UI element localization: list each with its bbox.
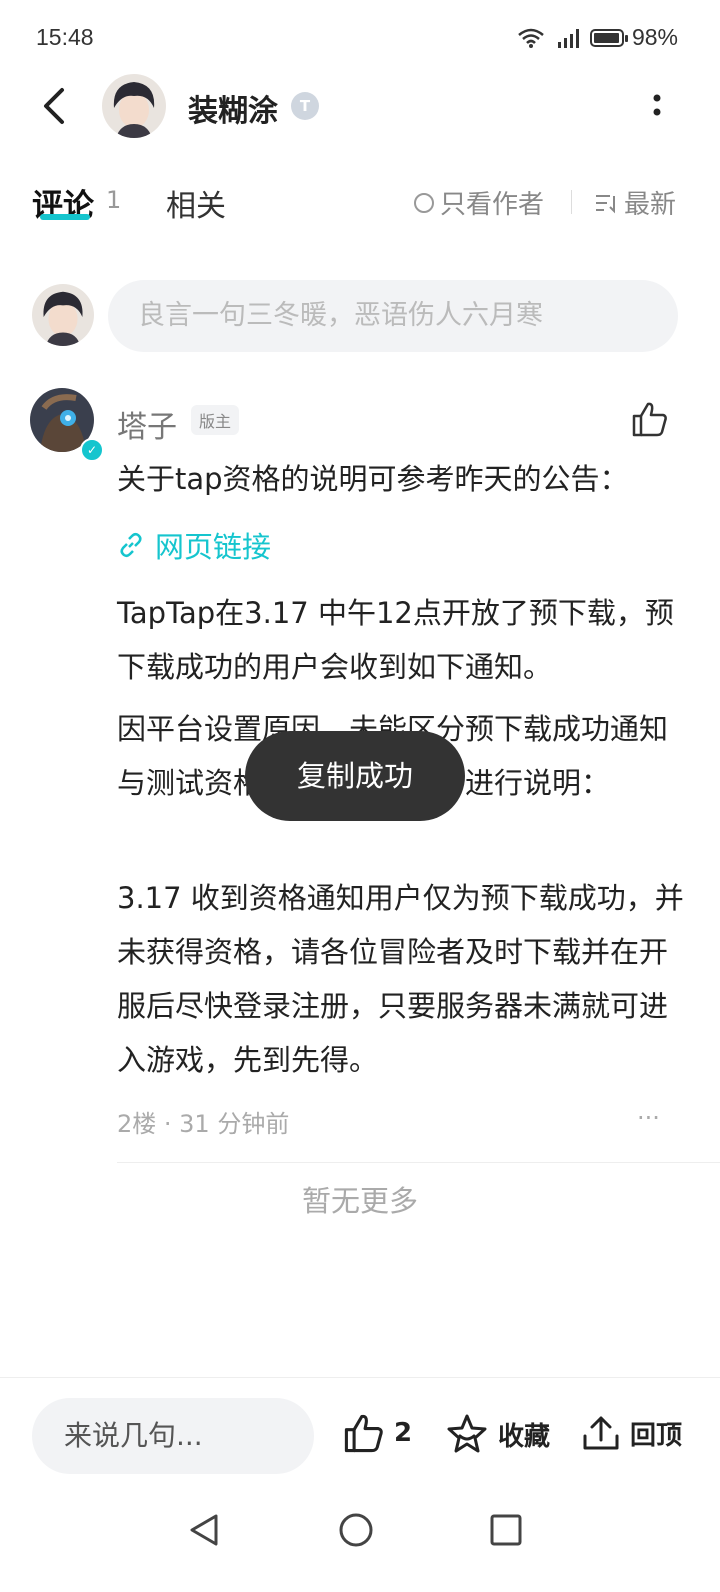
bottom-divider bbox=[0, 1377, 720, 1378]
tab-related[interactable]: 相关 bbox=[166, 181, 226, 225]
thumbs-up-icon[interactable] bbox=[630, 400, 670, 438]
header-avatar[interactable] bbox=[102, 74, 166, 138]
moderator-badge: 版主 bbox=[191, 405, 240, 435]
bottom-comment-input[interactable]: 来说几句... bbox=[32, 1398, 314, 1474]
like-button[interactable]: 2 bbox=[342, 1412, 412, 1454]
back-to-top-button[interactable]: 回顶 bbox=[580, 1412, 682, 1454]
favorite-label: 收藏 bbox=[498, 1421, 551, 1452]
radio-icon bbox=[414, 192, 434, 213]
toast: 复制成功 bbox=[245, 731, 465, 821]
web-link-label: 网页链接 bbox=[155, 530, 272, 564]
sort-label: 最新 bbox=[624, 190, 677, 220]
header-username: 装糊涂 bbox=[188, 94, 278, 129]
wifi-icon bbox=[518, 28, 544, 48]
nav-recents-icon[interactable] bbox=[486, 1510, 526, 1550]
link-icon bbox=[120, 532, 142, 558]
thumbs-up-icon bbox=[344, 1414, 383, 1453]
my-avatar bbox=[32, 284, 94, 346]
comment-intro: 关于tap资格的说明可参考昨天的公告： bbox=[117, 462, 629, 496]
favorite-button[interactable]: 收藏 bbox=[444, 1412, 550, 1456]
comment-paragraph-3: 3.17 收到资格通知用户仅为预下载成功，并未获得资格，请各位冒险者及时下载并在… bbox=[117, 881, 684, 1077]
commenter-name[interactable]: 塔子 bbox=[117, 402, 177, 446]
level-badge: T bbox=[291, 92, 319, 120]
verified-badge-icon: ✓ bbox=[80, 438, 104, 462]
like-count: 2 bbox=[394, 1418, 413, 1448]
web-link[interactable]: 网页链接 bbox=[117, 524, 271, 566]
status-icons: 98% bbox=[516, 24, 678, 51]
status-time: 15:48 bbox=[36, 24, 94, 50]
back-to-top-label: 回顶 bbox=[630, 1420, 683, 1451]
nav-back-icon[interactable] bbox=[184, 1510, 224, 1550]
battery-percent: 98% bbox=[631, 24, 678, 50]
author-only-filter[interactable]: 只看作者 bbox=[414, 184, 544, 221]
sort-toggle[interactable]: 最新 bbox=[594, 184, 676, 221]
back-arrow-icon[interactable] bbox=[36, 82, 76, 130]
author-only-label: 只看作者 bbox=[440, 190, 545, 220]
separator bbox=[117, 1162, 720, 1163]
star-icon bbox=[447, 1414, 487, 1453]
filter-divider bbox=[571, 190, 572, 214]
upload-arrow-icon bbox=[583, 1416, 619, 1450]
comment-more-icon[interactable]: ··· bbox=[637, 1104, 660, 1132]
list-end-text: 暂无更多 bbox=[301, 1184, 418, 1218]
cellular-signal-icon bbox=[557, 28, 579, 48]
tab-active-indicator bbox=[40, 214, 90, 220]
comment-paragraph-1: TapTap在3.17 中午12点开放了预下载，预下载成功的用户会收到如下通知。 bbox=[117, 596, 674, 684]
comment-meta: 2楼 · 31 分钟前 bbox=[117, 1110, 290, 1138]
sort-icon bbox=[596, 194, 615, 213]
reply-input[interactable]: 良言一句三冬暖，恶语伤人六月寒 bbox=[108, 280, 678, 352]
comments-count: 1 bbox=[106, 186, 122, 214]
more-vertical-icon[interactable] bbox=[645, 92, 669, 126]
battery-icon bbox=[589, 28, 628, 47]
nav-home-icon[interactable] bbox=[336, 1510, 376, 1550]
